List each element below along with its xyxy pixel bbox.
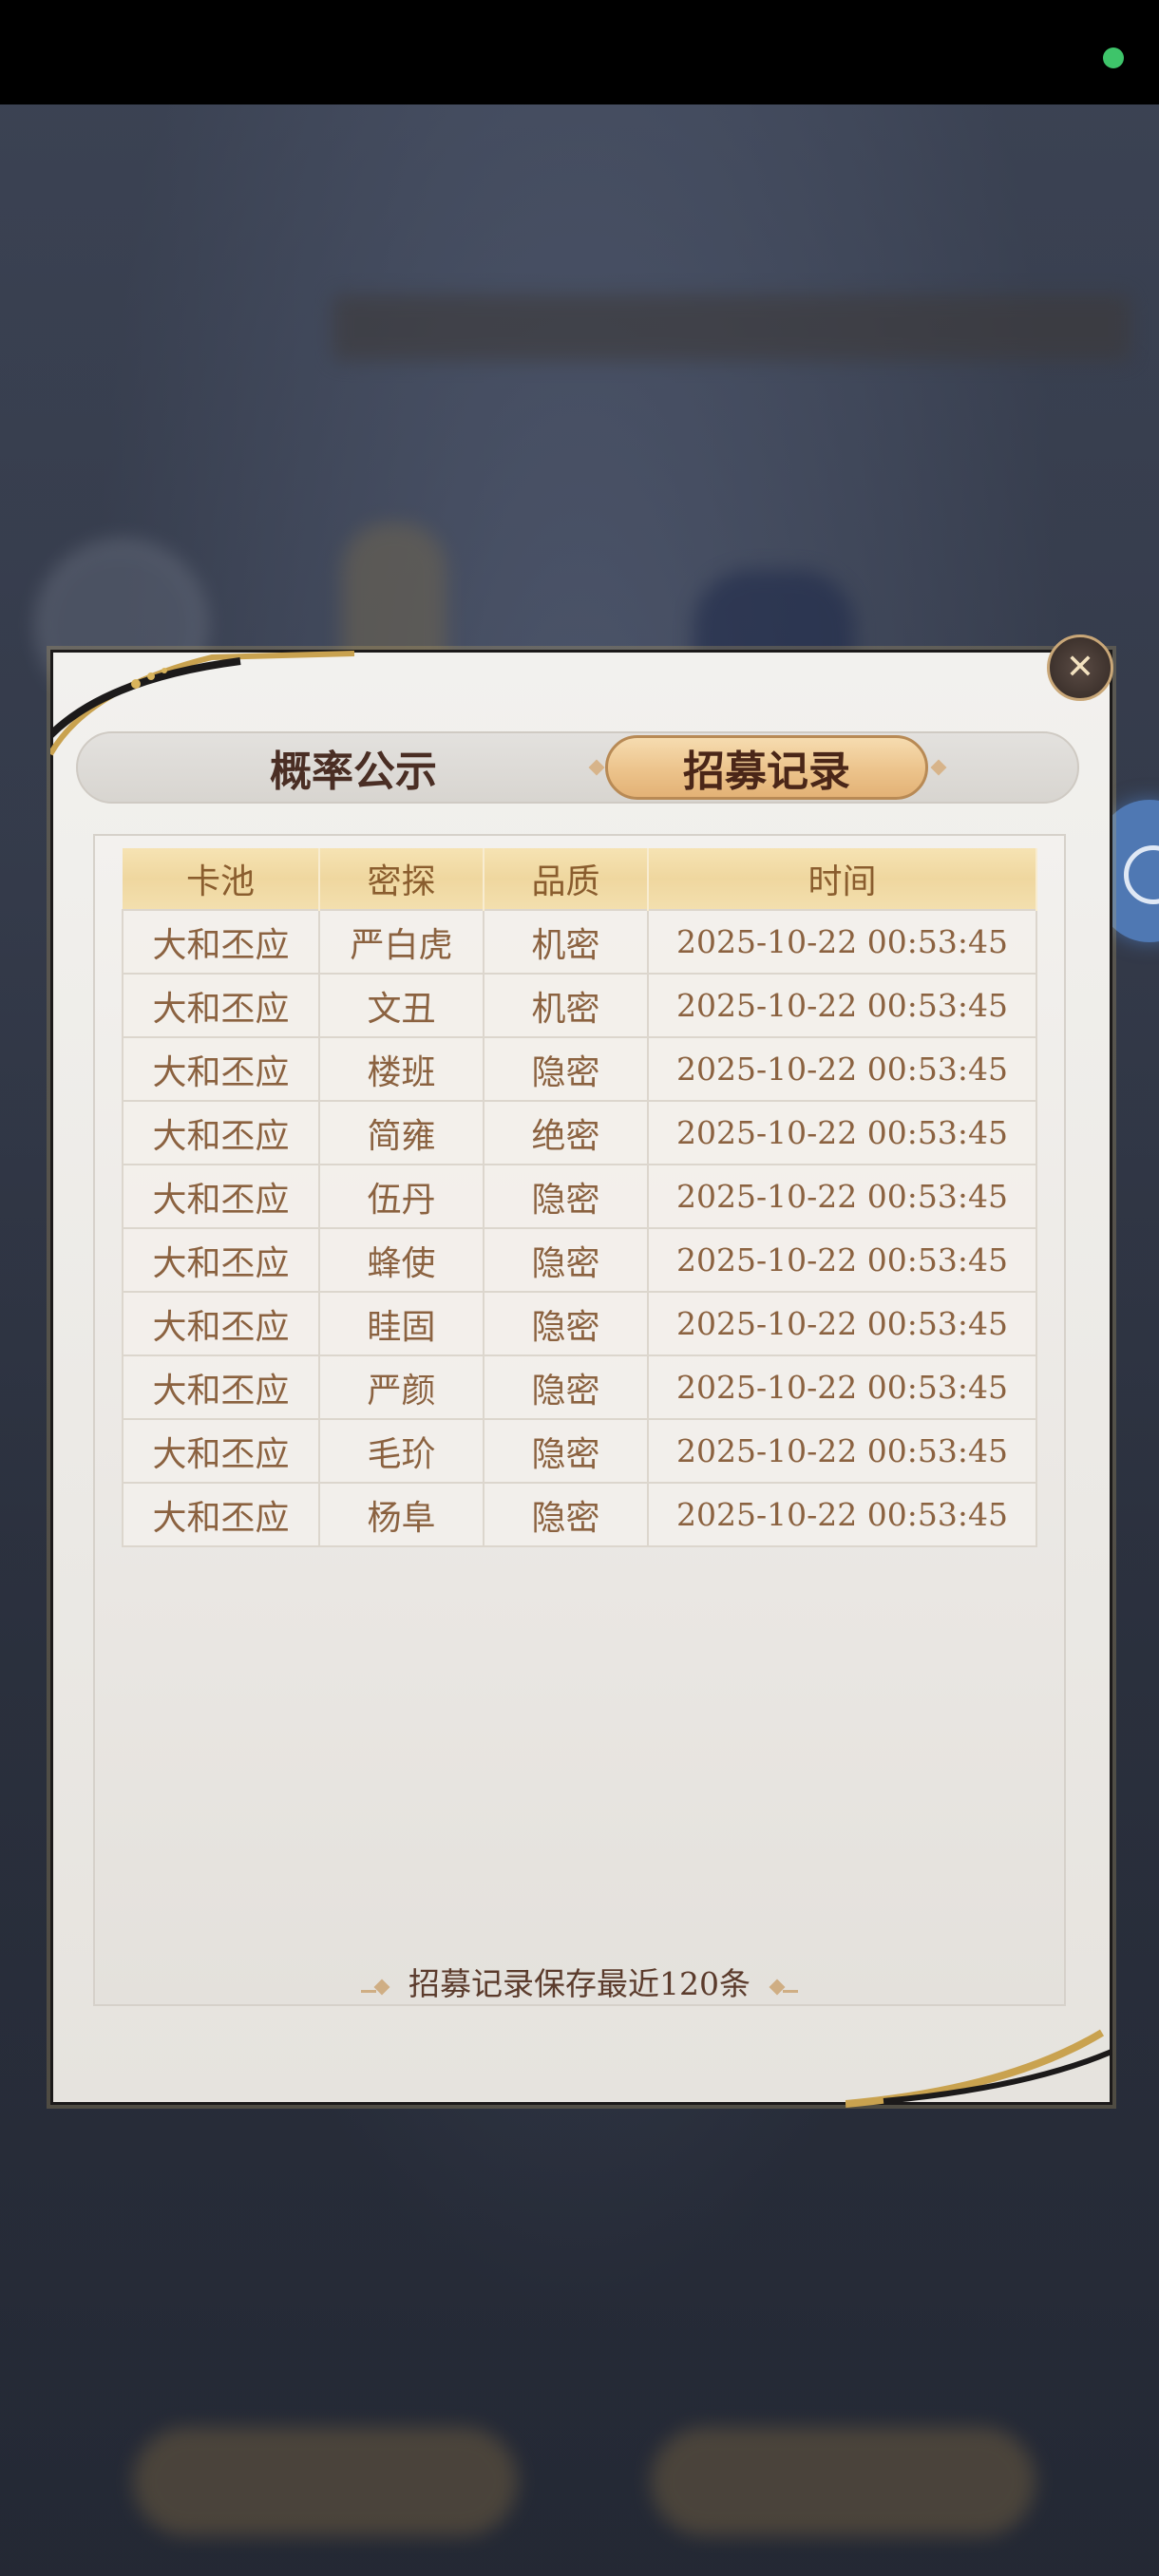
- cell-pool: 大和丕应: [122, 1227, 320, 1293]
- cell-time: 2025-10-22 00:53:45: [647, 1354, 1037, 1420]
- header-pool: 卡池: [123, 848, 320, 910]
- cell-quality: 隐密: [483, 1227, 649, 1293]
- table-row: 大和丕应 严颜 隐密 2025-10-22 00:53:45: [122, 1354, 1037, 1420]
- cell-pool: 大和丕应: [122, 973, 320, 1038]
- records-table: 卡池 密探 品质 时间 大和丕应 严白虎 机密 2025-10-22 00:53…: [122, 848, 1037, 1547]
- table-row: 大和丕应 伍丹 隐密 2025-10-22 00:53:45: [122, 1164, 1037, 1229]
- cell-time: 2025-10-22 00:53:45: [647, 1418, 1037, 1484]
- tab-deco-diamond: [930, 759, 947, 776]
- close-icon: ✕: [1065, 648, 1095, 687]
- note-deco-right: [769, 1963, 798, 2000]
- cell-quality: 绝密: [483, 1100, 649, 1165]
- background-recruit-ten-button: [651, 2427, 1036, 2536]
- cell-agent: 蜂使: [318, 1227, 484, 1293]
- tab-recruit-history[interactable]: 招募记录: [605, 735, 928, 800]
- cell-pool: 大和丕应: [122, 1036, 320, 1102]
- cell-time: 2025-10-22 00:53:45: [647, 909, 1037, 975]
- status-bar: [0, 0, 1159, 104]
- cell-quality: 隐密: [483, 1482, 649, 1547]
- cell-time: 2025-10-22 00:53:45: [647, 1100, 1037, 1165]
- cell-pool: 大和丕应: [122, 1354, 320, 1420]
- cell-agent: 杨阜: [318, 1482, 484, 1547]
- table-row: 大和丕应 眭固 隐密 2025-10-22 00:53:45: [122, 1291, 1037, 1356]
- table-row: 大和丕应 文丑 机密 2025-10-22 00:53:45: [122, 973, 1037, 1038]
- table-header-row: 卡池 密探 品质 时间: [123, 848, 1037, 910]
- table-row: 大和丕应 毛玠 隐密 2025-10-22 00:53:45: [122, 1418, 1037, 1484]
- side-tab-icon: [1124, 845, 1159, 904]
- cell-pool: 大和丕应: [122, 1482, 320, 1547]
- cell-agent: 眭固: [318, 1291, 484, 1356]
- cell-time: 2025-10-22 00:53:45: [647, 973, 1037, 1038]
- cell-pool: 大和丕应: [122, 1164, 320, 1229]
- cell-time: 2025-10-22 00:53:45: [647, 1482, 1037, 1547]
- cell-quality: 隐密: [483, 1354, 649, 1420]
- cell-pool: 大和丕应: [122, 1291, 320, 1356]
- cell-agent: 严颜: [318, 1354, 484, 1420]
- close-button[interactable]: ✕: [1047, 635, 1113, 701]
- cell-agent: 严白虎: [318, 909, 484, 975]
- cell-pool: 大和丕应: [122, 909, 320, 975]
- cell-quality: 机密: [483, 973, 649, 1038]
- cell-quality: 机密: [483, 909, 649, 975]
- cell-agent: 简雍: [318, 1100, 484, 1165]
- cell-time: 2025-10-22 00:53:45: [647, 1164, 1037, 1229]
- table-row: 大和丕应 简雍 绝密 2025-10-22 00:53:45: [122, 1100, 1037, 1165]
- table-row: 大和丕应 严白虎 机密 2025-10-22 00:53:45: [122, 909, 1037, 975]
- tab-bar: 概率公示 招募记录: [76, 731, 1079, 804]
- cell-time: 2025-10-22 00:53:45: [647, 1227, 1037, 1293]
- cell-agent: 毛玠: [318, 1418, 484, 1484]
- cell-pool: 大和丕应: [122, 1100, 320, 1165]
- tab-deco-diamond: [588, 759, 605, 776]
- note-text: 招募记录保存最近120条: [408, 1965, 750, 2002]
- cell-quality: 隐密: [483, 1291, 649, 1356]
- cell-quality: 隐密: [483, 1418, 649, 1484]
- cell-quality: 隐密: [483, 1036, 649, 1102]
- header-time: 时间: [648, 848, 1037, 910]
- cell-time: 2025-10-22 00:53:45: [647, 1036, 1037, 1102]
- cell-pool: 大和丕应: [122, 1418, 320, 1484]
- cell-quality: 隐密: [483, 1164, 649, 1229]
- header-agent: 密探: [319, 848, 484, 910]
- note-deco-left: [361, 1963, 390, 2000]
- table-row: 大和丕应 楼班 隐密 2025-10-22 00:53:45: [122, 1036, 1037, 1102]
- background-banner: [332, 294, 1130, 361]
- status-indicator-dot: [1103, 47, 1124, 68]
- cell-agent: 伍丹: [318, 1164, 484, 1229]
- table-row: 大和丕应 蜂使 隐密 2025-10-22 00:53:45: [122, 1227, 1037, 1293]
- table-row: 大和丕应 杨阜 隐密 2025-10-22 00:53:45: [122, 1482, 1037, 1547]
- tab-probability[interactable]: 概率公示: [192, 733, 515, 802]
- record-limit-note: 招募记录保存最近120条: [93, 1955, 1066, 2008]
- cell-agent: 楼班: [318, 1036, 484, 1102]
- cell-agent: 文丑: [318, 973, 484, 1038]
- background-recruit-once-button: [133, 2427, 518, 2536]
- cell-time: 2025-10-22 00:53:45: [647, 1291, 1037, 1356]
- header-quality: 品质: [484, 848, 649, 910]
